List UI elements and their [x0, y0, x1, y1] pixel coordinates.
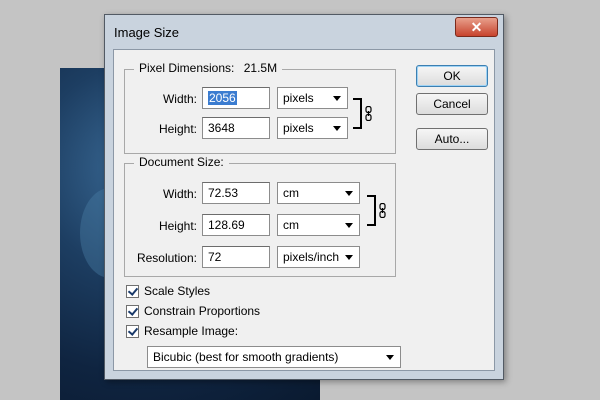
scale-styles-checkbox[interactable] — [126, 285, 139, 298]
title-bar[interactable]: Image Size ✕ — [105, 15, 503, 49]
scale-styles-option[interactable]: Scale Styles — [126, 284, 246, 300]
scale-styles-label: Scale Styles — [144, 284, 211, 298]
resample-image-option[interactable]: Resample Image: — [126, 324, 266, 340]
pixel-dimensions-size: 21.5M — [243, 61, 278, 75]
window-title: Image Size — [114, 25, 180, 40]
close-icon: ✕ — [470, 19, 483, 35]
document-height-input[interactable]: 128.69 — [202, 214, 270, 236]
document-height-unit-select[interactable]: cm — [277, 214, 360, 236]
chevron-down-icon — [333, 126, 341, 131]
chevron-down-icon — [345, 191, 353, 196]
document-height-label: Height: — [158, 219, 197, 233]
document-link-bracket — [367, 195, 376, 226]
chain-link-icon[interactable] — [365, 106, 372, 121]
document-width-input[interactable]: 72.53 — [202, 182, 270, 204]
chevron-down-icon — [345, 255, 353, 260]
chevron-down-icon — [386, 355, 394, 360]
document-width-unit-select[interactable]: cm — [277, 182, 360, 204]
dialog-client-area: Pixel Dimensions: 21.5M Width: 2056 pixe… — [113, 49, 495, 371]
resample-image-label: Resample Image: — [144, 324, 239, 338]
pixel-height-input[interactable]: 3648 — [202, 117, 270, 139]
constrain-proportions-checkbox[interactable] — [126, 305, 139, 318]
auto-button[interactable]: Auto... — [416, 128, 488, 150]
document-size-legend: Document Size: — [134, 155, 229, 169]
resolution-label: Resolution: — [136, 251, 197, 265]
document-width-label: Width: — [162, 187, 197, 201]
resolution-input[interactable]: 72 — [202, 246, 270, 268]
pixel-dimensions-legend: Pixel Dimensions: 21.5M — [134, 61, 283, 75]
chevron-down-icon — [333, 96, 341, 101]
constrain-proportions-label: Constrain Proportions — [144, 304, 261, 318]
resample-image-checkbox[interactable] — [126, 325, 139, 338]
pixel-width-input[interactable]: 2056 — [202, 87, 270, 109]
image-size-dialog: Image Size ✕ Pixel Dimensions: 21.5M Wid… — [104, 14, 504, 380]
cancel-button[interactable]: Cancel — [416, 93, 488, 115]
pixel-height-unit-select[interactable]: pixels — [277, 117, 348, 139]
chain-link-icon[interactable] — [379, 203, 386, 218]
chevron-down-icon — [345, 223, 353, 228]
close-button[interactable]: ✕ — [455, 17, 498, 37]
pixel-width-label: Width: — [162, 92, 197, 106]
ok-button[interactable]: OK — [416, 65, 488, 87]
resample-method-select[interactable]: Bicubic (best for smooth gradients) — [147, 346, 401, 368]
resolution-unit-select[interactable]: pixels/inch — [277, 246, 360, 268]
constrain-proportions-option[interactable]: Constrain Proportions — [126, 304, 286, 320]
pixel-width-unit-select[interactable]: pixels — [277, 87, 348, 109]
pixel-height-label: Height: — [158, 122, 197, 136]
pixel-link-bracket — [353, 98, 362, 129]
